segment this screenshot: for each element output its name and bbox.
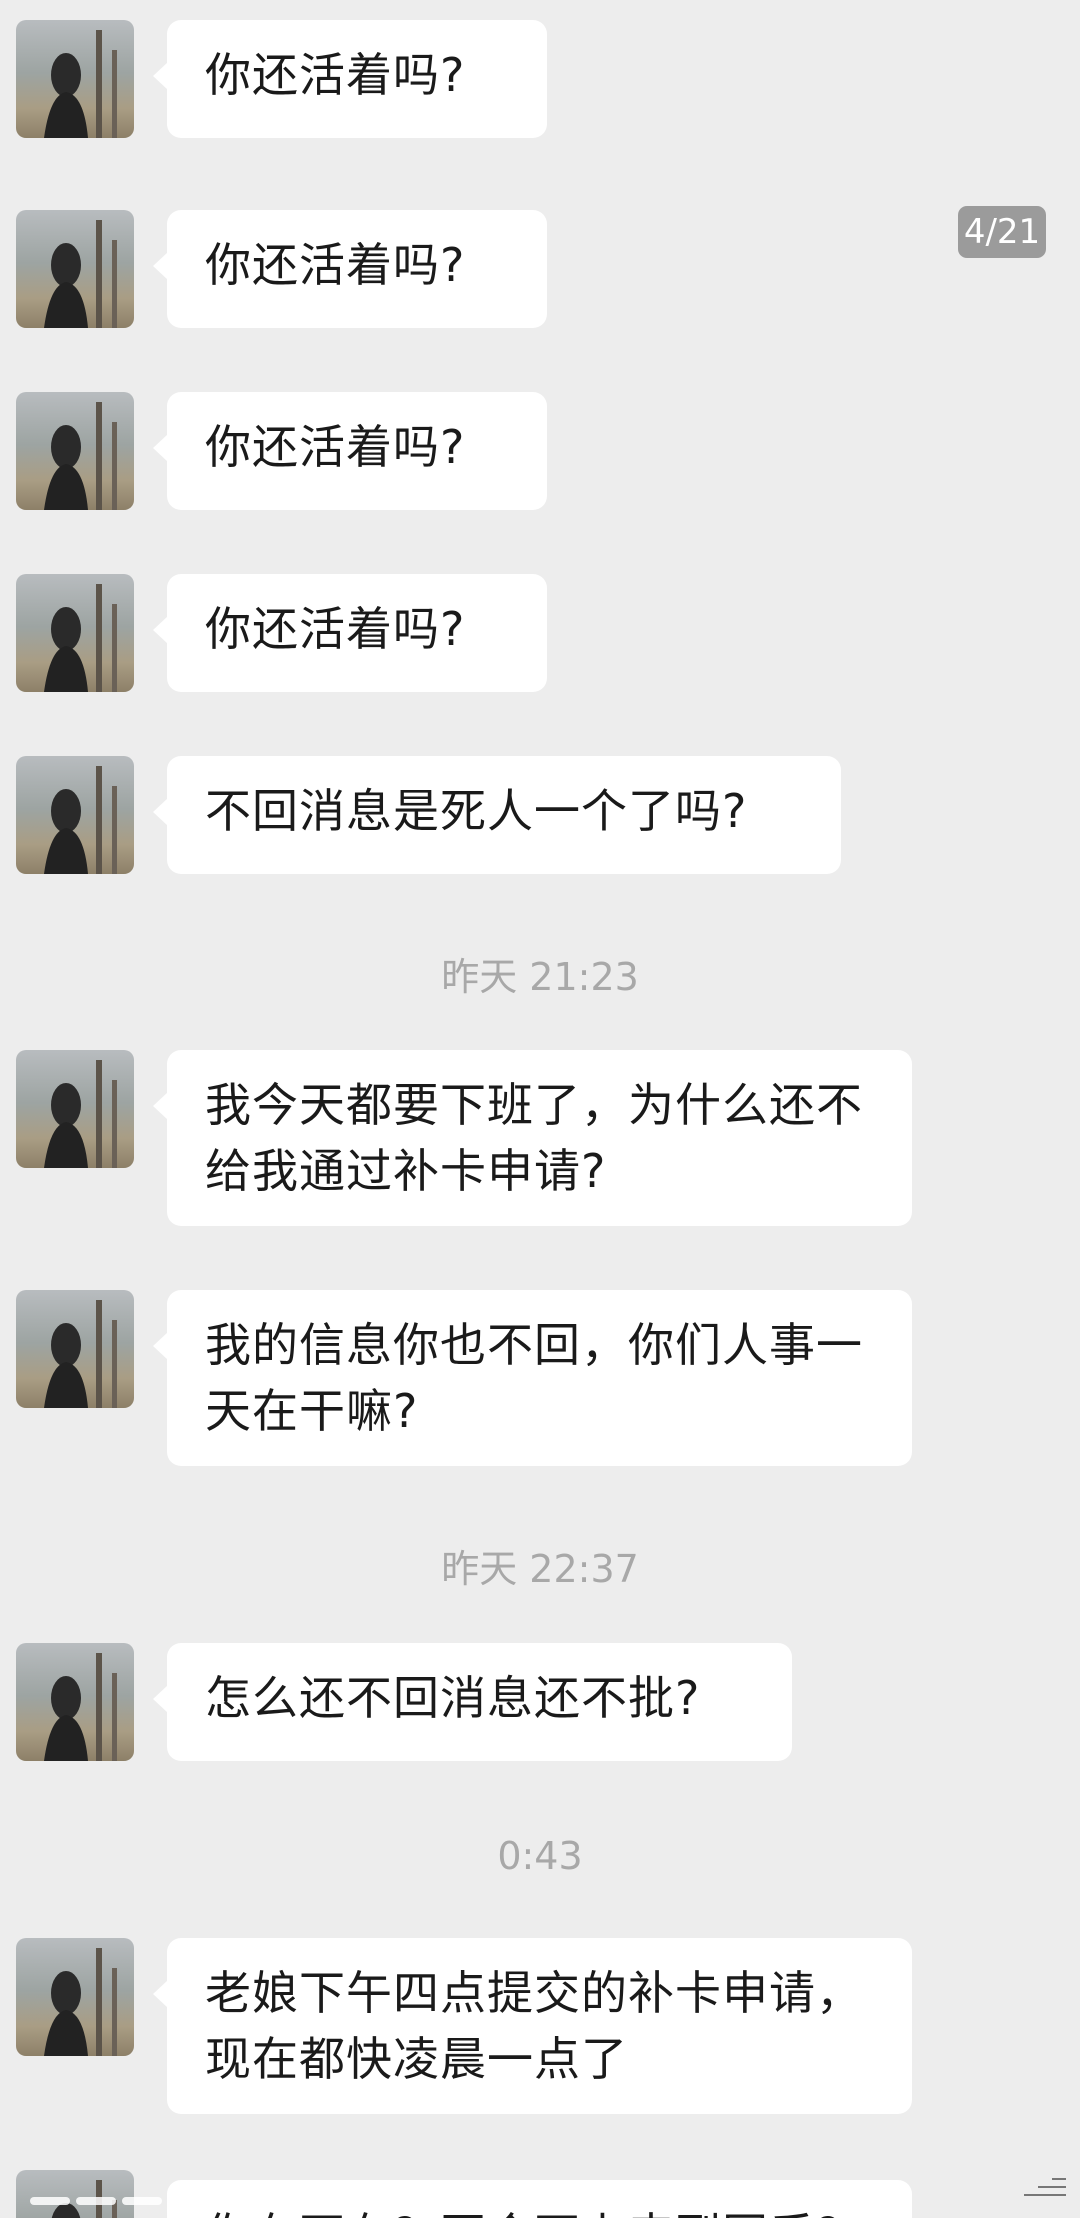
- message-bubble[interactable]: 怎么还不回消息还不批?: [153, 1643, 792, 1761]
- avatar[interactable]: [16, 1290, 134, 1408]
- message-bubble[interactable]: 你在不在？再合不上来到同乎？: [167, 2180, 912, 2218]
- avatar[interactable]: [16, 1050, 134, 1168]
- page-indicator: [30, 2190, 168, 2209]
- timestamp: 昨天 22:37: [441, 1547, 639, 1591]
- message-bubble[interactable]: 你还活着吗?: [153, 20, 547, 138]
- avatar[interactable]: [16, 392, 134, 510]
- avatar[interactable]: [16, 756, 134, 874]
- message-bubble[interactable]: 你还活着吗?: [153, 392, 547, 510]
- message-bubble[interactable]: 老娘下午四点提交的补卡申请，现在都快凌晨一点了: [153, 1938, 912, 2114]
- avatar[interactable]: [16, 574, 134, 692]
- chat-history[interactable]: 4/21 你还活着吗? 你还活着吗? 你还活着吗? 你还活着吗? 不回消息是死人…: [0, 0, 1080, 2218]
- page-indicator-dot: [122, 2197, 162, 2205]
- message-bubble[interactable]: 我今天都要下班了，为什么还不给我通过补卡申请?: [153, 1050, 912, 1226]
- page-counter-badge: 4/21: [958, 206, 1046, 258]
- resize-grip-icon: [1006, 2172, 1066, 2212]
- message-bubble[interactable]: 不回消息是死人一个了吗?: [153, 756, 841, 874]
- avatar[interactable]: [16, 20, 134, 138]
- avatar[interactable]: [16, 210, 134, 328]
- avatar[interactable]: [16, 1938, 134, 2056]
- page-indicator-dot: [76, 2197, 116, 2205]
- message-bubble[interactable]: 你还活着吗?: [153, 210, 547, 328]
- message-bubble[interactable]: 你还活着吗?: [153, 574, 547, 692]
- timestamp: 0:43: [497, 1834, 583, 1878]
- timestamp: 昨天 21:23: [441, 955, 639, 999]
- message-bubble[interactable]: 我的信息你也不回，你们人事一天在干嘛?: [153, 1290, 912, 1466]
- page-indicator-dot: [30, 2197, 70, 2205]
- avatar[interactable]: [16, 1643, 134, 1761]
